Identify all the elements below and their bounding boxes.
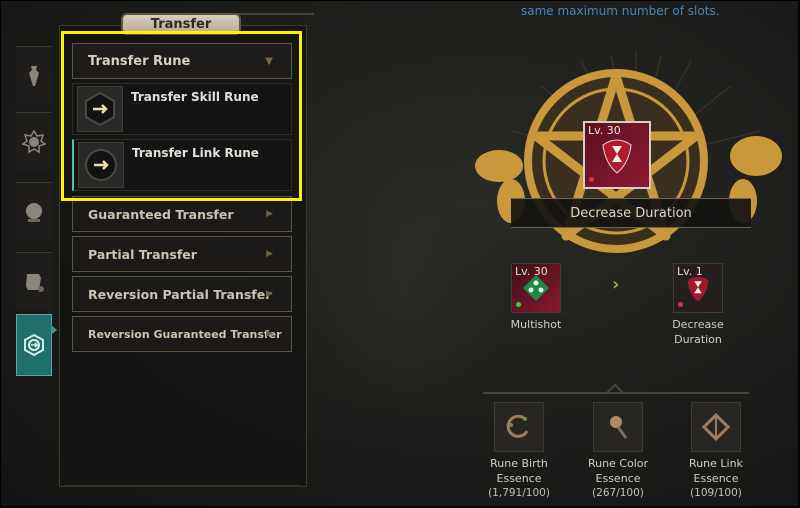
item-label: Reversion Guaranteed Transfer [88, 327, 282, 341]
panel-title: Transfer [121, 13, 241, 35]
result-level: Lv. 1 [677, 265, 703, 278]
transfer-rune-dropdown[interactable]: Transfer Rune ▼ [72, 43, 292, 79]
target-rune-slot[interactable]: Lv. 30 [583, 121, 651, 189]
circle-arrow-icon [78, 142, 124, 188]
status-dot [516, 302, 521, 307]
result-rune-slot[interactable]: Lv. 1 [673, 263, 723, 313]
guaranteed-transfer-item[interactable]: Guaranteed Transfer ▶ [72, 196, 292, 232]
source-level: Lv. 30 [515, 265, 548, 278]
reversion-guaranteed-transfer-item[interactable]: Reversion Guaranteed Transfer ▶ [72, 316, 292, 352]
result-name: Decrease Duration [663, 317, 733, 347]
transfer-skill-rune-item[interactable]: Transfer Skill Rune [72, 83, 292, 135]
chevron-right-icon: › [612, 274, 620, 295]
dropdown-label: Transfer Rune [88, 53, 191, 69]
source-name: Multishot [510, 318, 562, 331]
panel-divider [64, 485, 301, 487]
status-dot [678, 302, 683, 307]
essence-count: (1,791/100) [488, 487, 550, 499]
hourglass-gem-icon [602, 139, 632, 174]
target-level: Lv. 30 [588, 124, 621, 137]
chevron-right-icon: ▶ [266, 329, 273, 339]
rune-link-essence-slot[interactable] [691, 402, 741, 452]
chevron-right-icon: ▶ [266, 289, 273, 299]
essence-name-line1: Rune Link [689, 457, 743, 470]
section-divider [483, 392, 749, 394]
rune-color-essence-caption: Rune Color Essence (267/100) [573, 456, 663, 501]
source-rune-slot[interactable]: Lv. 30 [511, 263, 561, 313]
tab-scroll[interactable] [16, 252, 52, 310]
chevron-right-icon: ▶ [266, 249, 273, 259]
result-name-line1: Decrease [672, 318, 724, 331]
essence-name-line2: Essence [496, 472, 542, 485]
transfer-link-rune-item[interactable]: Transfer Link Rune [72, 139, 292, 191]
item-label: Transfer Link Rune [132, 146, 259, 160]
essence-name-line2: Essence [595, 472, 641, 485]
item-label: Transfer Skill Rune [131, 90, 259, 104]
star-gear-icon [22, 129, 46, 153]
tab-transfer[interactable] [16, 314, 57, 376]
tab-star-gear[interactable] [16, 112, 52, 170]
game-window: Transfer Transfer Rune ▼ Transfer Skill … [1, 1, 798, 506]
result-name-line2: Duration [674, 333, 722, 346]
tab-rail [16, 46, 57, 376]
thorn-ring-icon [506, 414, 529, 438]
item-label: Reversion Partial Transfer [88, 286, 272, 302]
tab-orb[interactable] [16, 182, 52, 240]
diamond-link-icon [701, 412, 731, 442]
rune-birth-essence-caption: Rune Birth Essence (1,791/100) [474, 456, 564, 501]
hexagon-arrow-icon [77, 86, 123, 132]
partial-transfer-item[interactable]: Partial Transfer ▶ [72, 236, 292, 272]
essence-count: (109/100) [690, 487, 742, 499]
chevron-right-icon: ▶ [266, 209, 273, 219]
essence-count: (267/100) [592, 487, 644, 499]
caret-down-icon: ▼ [265, 55, 273, 67]
item-label: Guaranteed Transfer [88, 206, 234, 222]
scroll-icon [26, 273, 44, 292]
reversion-partial-transfer-item[interactable]: Reversion Partial Transfer ▶ [72, 276, 292, 312]
item-label: Partial Transfer [88, 246, 197, 262]
essence-name-line1: Rune Color [587, 457, 649, 470]
status-dot [589, 177, 594, 182]
potion-icon [29, 65, 39, 86]
rune-birth-essence-slot[interactable] [494, 402, 544, 452]
orb-icon [26, 202, 42, 222]
tab-potion[interactable] [16, 46, 52, 104]
transfer-icon [24, 333, 44, 357]
flower-icon [610, 416, 628, 439]
target-name-banner: Decrease Duration [511, 198, 751, 228]
essence-name-line1: Rune Birth [490, 457, 548, 470]
essence-name-line2: Essence [693, 472, 739, 485]
notice-text: same maximum number of slots. [521, 4, 720, 18]
rune-link-essence-caption: Rune Link Essence (109/100) [671, 456, 761, 501]
rune-color-essence-slot[interactable] [593, 402, 643, 452]
